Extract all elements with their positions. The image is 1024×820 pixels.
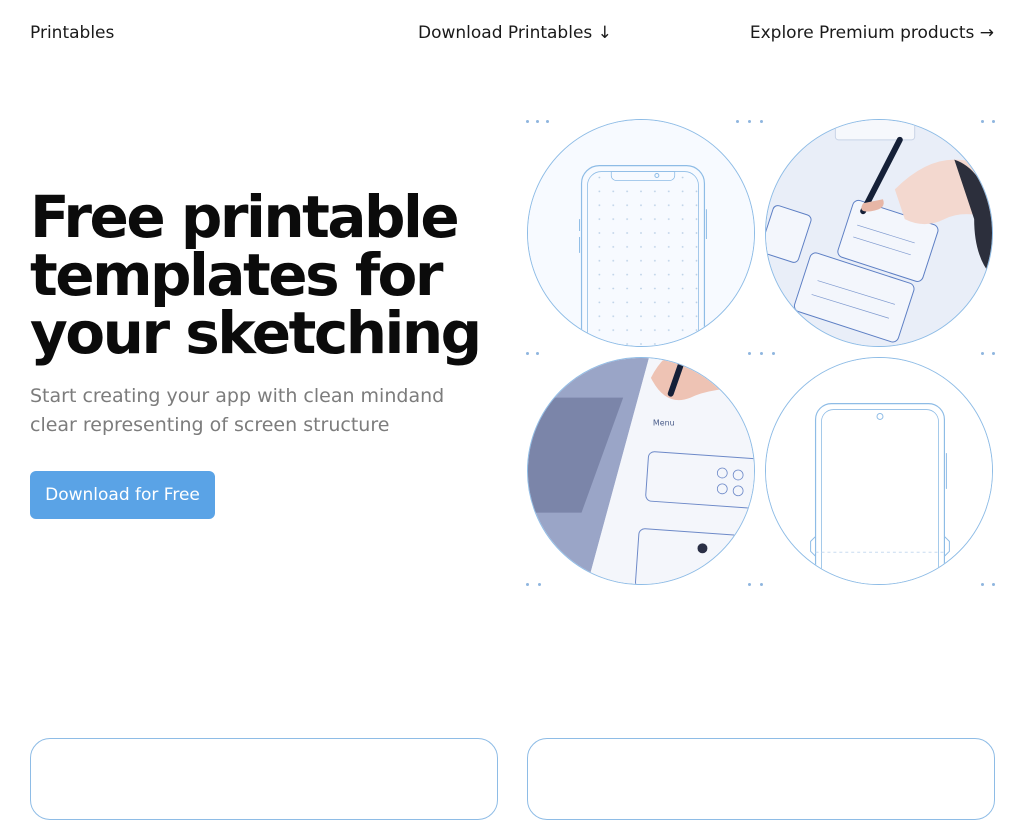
- guide-dot: [992, 120, 995, 123]
- explore-premium-link[interactable]: Explore Premium products →: [750, 23, 994, 43]
- hand-drawing-paper-laptop-icon: Menu: [527, 357, 755, 585]
- feature-card-left: [30, 738, 498, 820]
- guide-dot: [748, 120, 751, 123]
- download-free-button[interactable]: Download for Free: [30, 471, 215, 519]
- guide-dot: [536, 120, 539, 123]
- guide-dot: [981, 583, 984, 586]
- template-gallery: Menu: [526, 118, 996, 588]
- guide-dot: [748, 583, 751, 586]
- phone-template-dotted-grid-icon: [527, 119, 755, 347]
- feature-card-right: [527, 738, 995, 820]
- download-printables-link[interactable]: Download Printables ↓: [418, 23, 612, 43]
- guide-dot: [992, 583, 995, 586]
- guide-dot: [748, 352, 751, 355]
- guide-dot: [526, 583, 529, 586]
- guide-dot: [736, 120, 739, 123]
- hero-subtitle: Start creating your app with clean minda…: [30, 385, 445, 436]
- guide-dot: [760, 352, 763, 355]
- brand-link[interactable]: Printables: [30, 23, 114, 43]
- hero-title-line-3: your sketching: [30, 299, 482, 367]
- guide-dot: [981, 352, 984, 355]
- guide-dot: [546, 120, 549, 123]
- svg-text:Menu: Menu: [653, 418, 675, 427]
- guide-dot: [760, 583, 763, 586]
- hero-title-line-2: templates for: [30, 241, 444, 309]
- top-nav: Printables Download Printables ↓ Explore…: [0, 0, 1024, 70]
- guide-dot: [526, 352, 529, 355]
- phone-template-blank-icon: [765, 357, 993, 585]
- hero-title: Free printable templates for your sketch…: [30, 188, 500, 362]
- guide-dot: [526, 120, 529, 123]
- guide-dot: [772, 352, 775, 355]
- hero-title-line-1: Free printable: [30, 183, 460, 251]
- guide-dot: [536, 352, 539, 355]
- guide-dot: [760, 120, 763, 123]
- guide-dot: [981, 120, 984, 123]
- guide-dot: [538, 583, 541, 586]
- hand-sketching-wireframes-icon: [765, 119, 993, 347]
- guide-dot: [992, 352, 995, 355]
